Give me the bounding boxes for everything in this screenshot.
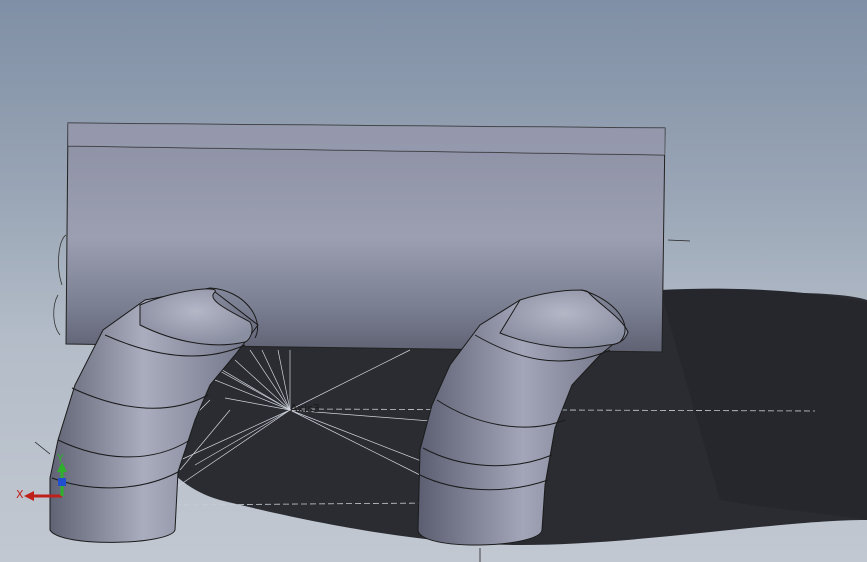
triad-x-arrow <box>24 491 34 501</box>
triad-y-label: Y <box>56 452 64 465</box>
cad-viewport[interactable]: Axis3 X Y <box>0 0 867 562</box>
triad-z-axis <box>58 478 66 486</box>
axis-label[interactable]: Axis3 <box>290 402 320 415</box>
3d-model-scene[interactable]: Axis3 X Y <box>0 0 867 562</box>
triad-x-label: X <box>16 488 24 501</box>
